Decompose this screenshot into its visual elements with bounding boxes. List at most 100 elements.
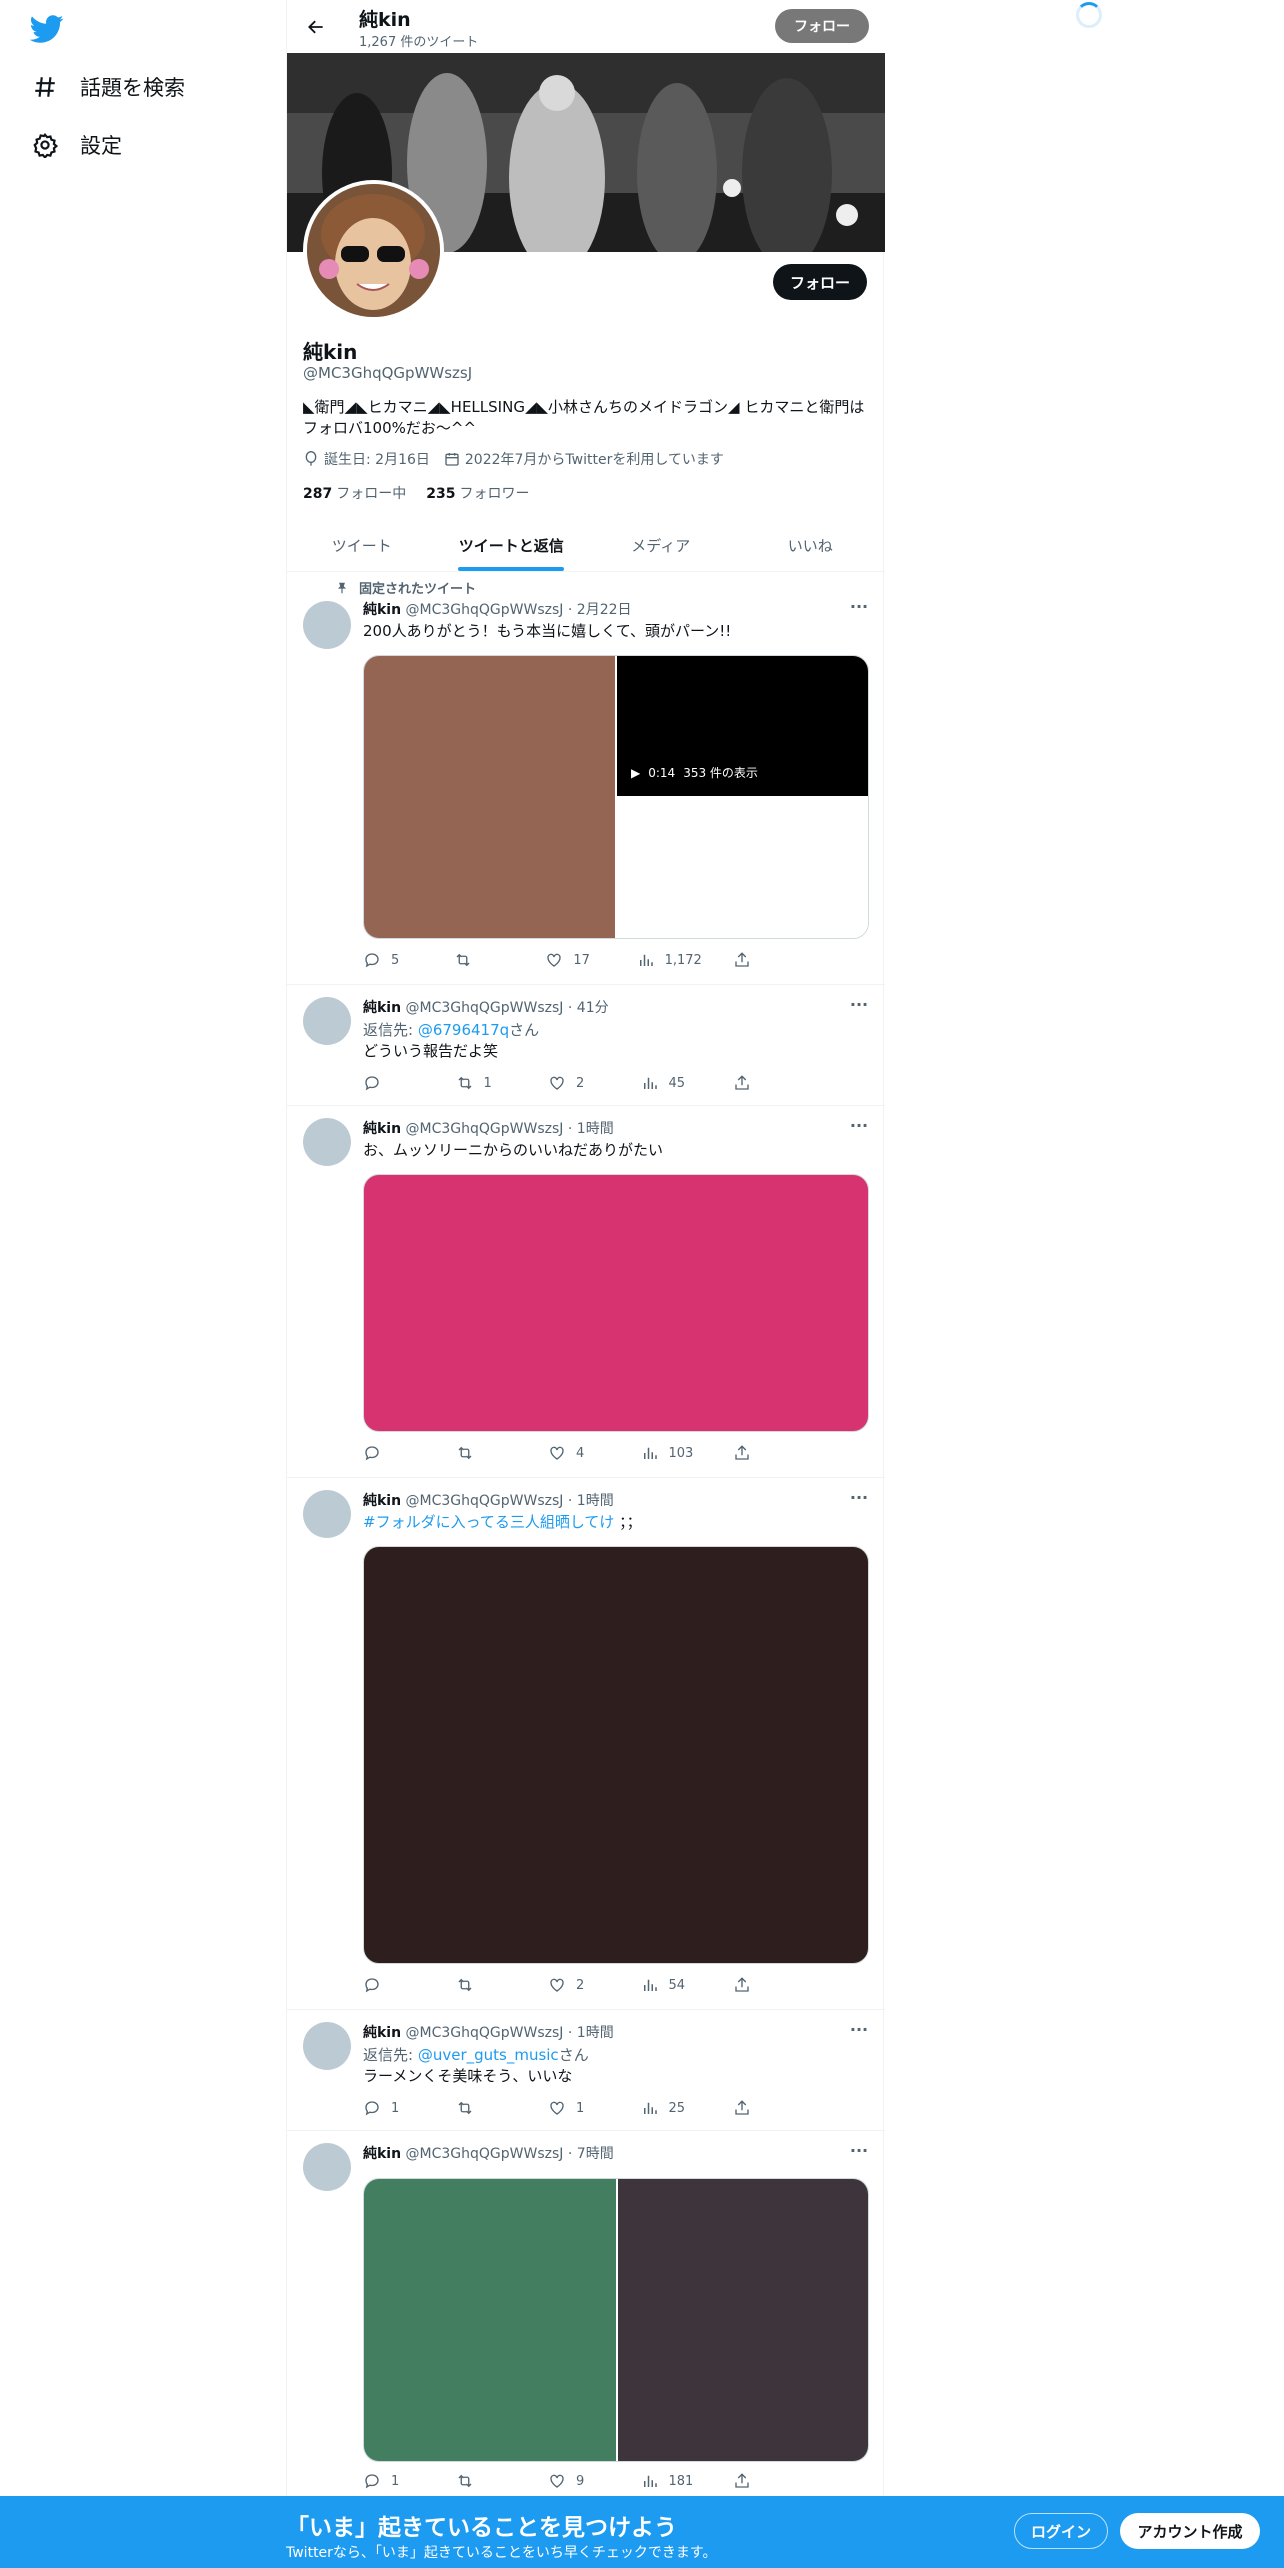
tweet-author-name[interactable]: 純kin	[363, 1493, 401, 1509]
views-button[interactable]: 103	[641, 1444, 701, 1462]
profile-avatar[interactable]	[303, 180, 444, 321]
tweet-time[interactable]: 1時間	[577, 1121, 614, 1137]
views-button[interactable]: 25	[641, 2099, 701, 2117]
topbar-follow-button[interactable]: フォロー	[775, 9, 869, 43]
share-button[interactable]	[733, 951, 793, 969]
avatar-image	[307, 184, 440, 317]
tweet-media-grid[interactable]	[363, 2178, 869, 2462]
nav-explore[interactable]: 話題を検索	[32, 62, 185, 112]
retweet-button[interactable]	[456, 1444, 516, 1462]
share-button[interactable]	[733, 2099, 793, 2117]
tweet-time[interactable]: 1時間	[577, 2025, 614, 2041]
profile-tabs: ツイート ツイートと返信 メディア いいね	[287, 519, 885, 572]
share-button[interactable]	[733, 1444, 793, 1462]
tweet-time[interactable]: 41分	[577, 1000, 609, 1016]
retweet-button[interactable]	[456, 2099, 516, 2117]
retweet-count: 1	[483, 1075, 492, 1091]
tweet-author-handle[interactable]: @MC3GhqQGpWWszsJ	[406, 1493, 564, 1509]
tweet-item[interactable]: 固定されたツイート 純kin @MC3GhqQGpWWszsJ · 2月22日 …	[287, 573, 885, 985]
tab-media[interactable]: メディア	[586, 519, 736, 571]
reply-to-link[interactable]: @6796417q	[418, 1021, 509, 1039]
reply-button[interactable]: 1	[363, 2472, 423, 2490]
share-button[interactable]	[733, 1976, 793, 1994]
tweet-item[interactable]: 純kin @MC3GhqQGpWWszsJ · 1時間 ··· 返信先: @uv…	[287, 2010, 885, 2131]
views-button[interactable]: 181	[641, 2472, 701, 2490]
reply-button[interactable]	[363, 1074, 423, 1092]
more-options-icon[interactable]: ···	[849, 2143, 869, 2165]
tab-tweets[interactable]: ツイート	[287, 519, 437, 571]
more-options-icon[interactable]: ···	[849, 2022, 869, 2044]
share-button[interactable]	[733, 2472, 793, 2490]
login-button[interactable]: ログイン	[1014, 2513, 1108, 2549]
like-button[interactable]: 2	[548, 1074, 608, 1092]
share-button[interactable]	[733, 1074, 793, 1092]
like-button[interactable]: 9	[548, 2472, 608, 2490]
tweet-media-image[interactable]	[363, 1174, 869, 1432]
media-image-1[interactable]	[364, 656, 615, 938]
view-count: 45	[668, 1075, 686, 1091]
retweet-button[interactable]	[456, 2472, 516, 2490]
signup-button[interactable]: アカウント作成	[1120, 2513, 1260, 2549]
avatar[interactable]	[303, 1118, 351, 1166]
tweet-time[interactable]: 1時間	[577, 1493, 614, 1509]
tweet-author-handle[interactable]: @MC3GhqQGpWWszsJ	[406, 602, 564, 618]
tweet-item[interactable]: 純kin @MC3GhqQGpWWszsJ · 1時間 ··· お、ムッソリーニ…	[287, 1106, 885, 1478]
tweet-author-name[interactable]: 純kin	[363, 2025, 401, 2041]
avatar[interactable]	[303, 997, 351, 1045]
play-icon[interactable]: ▶	[631, 766, 640, 780]
retweet-button[interactable]: 1	[456, 1074, 516, 1092]
reply-button[interactable]: 5	[363, 951, 423, 969]
tweet-media-image[interactable]	[363, 1546, 869, 1964]
back-button[interactable]	[301, 12, 331, 42]
following-link[interactable]: 287 フォロー中	[303, 483, 406, 503]
tweet-item[interactable]: 純kin @MC3GhqQGpWWszsJ · 1時間 ··· #フォルダに入っ…	[287, 1478, 885, 2010]
twitter-logo-icon[interactable]	[30, 12, 64, 46]
avatar[interactable]	[303, 601, 351, 649]
tweet-header: 純kin @MC3GhqQGpWWszsJ · 7時間	[363, 2146, 614, 2162]
avatar[interactable]	[303, 1490, 351, 1538]
reply-button[interactable]	[363, 1444, 423, 1462]
more-options-icon[interactable]: ···	[849, 599, 869, 621]
tweet-item[interactable]: 純kin @MC3GhqQGpWWszsJ · 7時間 ··· 1 9 181	[287, 2131, 885, 2496]
retweet-button[interactable]	[454, 951, 514, 969]
views-button[interactable]: 54	[641, 1976, 701, 1994]
retweet-button[interactable]	[456, 1976, 516, 1994]
tweet-time[interactable]: 2月22日	[577, 602, 632, 618]
reply-to-link[interactable]: @uver_guts_music	[418, 2046, 559, 2064]
tweet-item[interactable]: 純kin @MC3GhqQGpWWszsJ · 41分 ··· 返信先: @67…	[287, 985, 885, 1106]
like-button[interactable]: 1	[548, 2099, 608, 2117]
media-image-3[interactable]	[617, 798, 868, 938]
tweet-author-handle[interactable]: @MC3GhqQGpWWszsJ	[406, 1121, 564, 1137]
tweet-author-name[interactable]: 純kin	[363, 602, 401, 618]
media-image-1[interactable]	[364, 2179, 616, 2461]
tweet-time[interactable]: 7時間	[577, 2146, 614, 2162]
tweet-author-handle[interactable]: @MC3GhqQGpWWszsJ	[406, 1000, 564, 1016]
followers-link[interactable]: 235 フォロワー	[426, 483, 529, 503]
reply-button[interactable]	[363, 1976, 423, 1994]
tweet-author-name[interactable]: 純kin	[363, 1000, 401, 1016]
tab-likes[interactable]: いいね	[736, 519, 886, 571]
media-image-2[interactable]	[618, 2179, 868, 2461]
tweet-author-name[interactable]: 純kin	[363, 1121, 401, 1137]
hashtag-link[interactable]: #フォルダに入ってる三人組晒してけ	[363, 1513, 614, 1531]
birthday-text: 誕生日: 2月16日	[324, 452, 430, 468]
views-button[interactable]: 1,172	[637, 951, 702, 969]
nav-settings[interactable]: 設定	[32, 120, 122, 170]
avatar[interactable]	[303, 2143, 351, 2191]
tweet-author-name[interactable]: 純kin	[363, 2146, 401, 2162]
more-options-icon[interactable]: ···	[849, 1490, 869, 1512]
views-button[interactable]: 45	[641, 1074, 701, 1092]
like-button[interactable]: 2	[548, 1976, 608, 1994]
like-button[interactable]: 17	[545, 951, 605, 969]
more-options-icon[interactable]: ···	[849, 1118, 869, 1140]
media-video[interactable]: ▶ 0:14 353 件の表示	[617, 656, 868, 796]
avatar[interactable]	[303, 2022, 351, 2070]
like-button[interactable]: 4	[548, 1444, 608, 1462]
profile-follow-button[interactable]: フォロー	[773, 264, 867, 300]
more-options-icon[interactable]: ···	[849, 997, 869, 1019]
tweet-author-handle[interactable]: @MC3GhqQGpWWszsJ	[406, 2146, 564, 2162]
tab-tweets-and-replies[interactable]: ツイートと返信	[437, 519, 587, 571]
tweet-media-grid[interactable]: ▶ 0:14 353 件の表示	[363, 655, 869, 939]
reply-button[interactable]: 1	[363, 2099, 423, 2117]
tweet-author-handle[interactable]: @MC3GhqQGpWWszsJ	[406, 2025, 564, 2041]
